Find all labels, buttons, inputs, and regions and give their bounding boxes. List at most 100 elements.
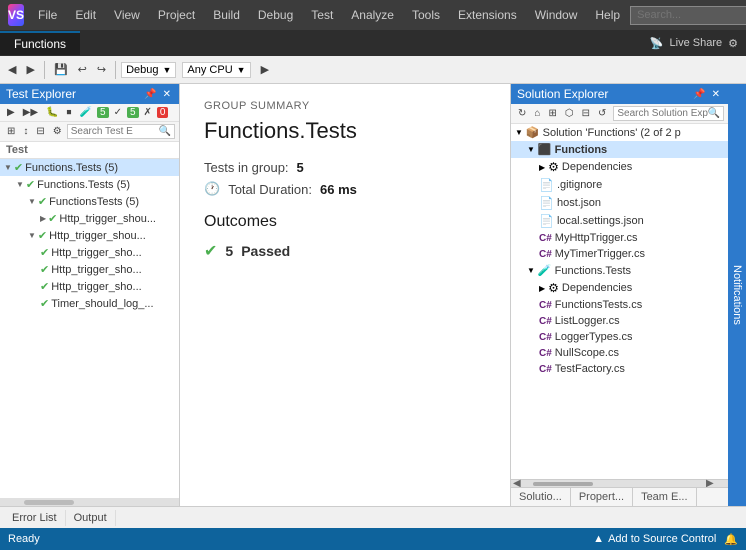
sol-sync-button[interactable]: ↻ [515,107,529,120]
source-control-label[interactable]: Add to Source Control [608,533,716,545]
list-item[interactable]: ▼ 🧪 Functions.Tests [511,262,728,279]
stop-tests-button[interactable]: ⏹ [64,106,75,119]
tab-solution[interactable]: Solutio... [511,488,571,506]
sort-button[interactable]: ↕ [20,125,31,138]
source-control-area[interactable]: ▲ Add to Source Control [593,533,716,545]
menu-analyze[interactable]: Analyze [343,6,402,24]
back-button[interactable]: ◀ [4,61,20,78]
menu-debug[interactable]: Debug [250,6,301,24]
list-item[interactable]: ✔ Http_trigger_sho... [0,261,179,278]
tab-team-explorer[interactable]: Team E... [633,488,696,506]
sol-filter-button[interactable]: ⊞ [545,107,559,120]
status-left: Ready [8,533,40,545]
clock-icon: 🕐 [204,181,220,197]
menu-extensions[interactable]: Extensions [450,6,525,24]
list-item[interactable]: ▶ ⚙ Dependencies [511,279,728,297]
test-explorer-header: Test Explorer 📌 ✕ [0,84,179,104]
menu-tools[interactable]: Tools [404,6,448,24]
list-item[interactable]: C# TestFactory.cs [511,361,728,377]
horizontal-scrollbar[interactable] [0,498,179,506]
pin-button[interactable]: 📌 [142,89,158,100]
list-item[interactable]: 📄 .gitignore [511,176,728,194]
filter-passed-button[interactable]: ✓ [111,106,125,119]
menu-view[interactable]: View [106,6,148,24]
filter-failed-button[interactable]: ✗ [141,106,155,119]
list-item[interactable]: ▼ 📦 Solution 'Functions' (2 of 2 p [511,124,728,141]
test-search-input[interactable] [71,126,159,137]
list-item[interactable]: ✔ Http_trigger_sho... [0,244,179,261]
menu-edit[interactable]: Edit [67,6,104,24]
settings-btn[interactable]: ⚙ [50,125,65,138]
list-item[interactable]: C# ListLogger.cs [511,313,728,329]
sol-collapse-button[interactable]: ⊟ [579,107,593,120]
solution-search-input[interactable] [617,108,707,119]
outcomes-title: Outcomes [204,213,486,231]
settings-icon[interactable]: ⚙ [728,37,738,50]
list-item[interactable]: ▶ ⚙ Dependencies [511,158,728,176]
sol-refresh-button[interactable]: ↺ [595,107,609,120]
list-item[interactable]: C# NullScope.cs [511,345,728,361]
liveshare-label[interactable]: Live Share [670,37,723,49]
passed-outcome-row: ✔ 5 Passed [204,241,486,261]
list-item[interactable]: C# MyTimerTrigger.cs [511,246,728,262]
tab-output[interactable]: Output [66,510,116,526]
list-item[interactable]: C# LoggerTypes.cs [511,329,728,345]
notifications-panel[interactable]: Notifications [728,84,746,506]
functions-tab[interactable]: Functions [0,31,80,55]
pass-icon: ✔ [40,297,49,310]
sol-home-button[interactable]: ⌂ [531,107,543,120]
forward-button[interactable]: ▶ [22,61,38,78]
liveshare-icon: 📡 [650,37,664,50]
list-item[interactable]: 📄 local.settings.json [511,212,728,230]
tab-properties[interactable]: Propert... [571,488,633,506]
run-icon[interactable]: 🧪 [77,106,95,119]
list-item[interactable]: ▶ ✔ Http_trigger_shou... [0,210,179,227]
list-item[interactable]: ▼ ✔ Functions.Tests (5) [0,176,179,193]
play-button[interactable]: ▶ [257,61,273,78]
menu-file[interactable]: File [30,6,65,24]
menu-search-box[interactable]: 🔍 [630,6,746,25]
menu-window[interactable]: Window [527,6,586,24]
test-search-box[interactable]: 🔍 [67,124,175,139]
list-item[interactable]: 📄 host.json [511,194,728,212]
cpu-dropdown[interactable]: Any CPU ▼ [182,62,250,78]
list-item[interactable]: C# MyHttpTrigger.cs [511,230,728,246]
solution-search-box[interactable]: 🔍 [613,106,724,121]
list-item[interactable]: ✔ Http_trigger_sho... [0,278,179,295]
menu-test[interactable]: Test [303,6,341,24]
tree-node-label: Http_trigger_sho... [51,247,142,259]
pass-icon: ✔ [40,263,49,276]
list-item[interactable]: ✔ Timer_should_log_... [0,295,179,312]
panel-close-button[interactable]: ✕ [161,89,173,100]
debug-tests-button[interactable]: 🐛 [43,106,61,119]
collapse-button[interactable]: ⊟ [33,125,47,138]
list-item[interactable]: ▼ ✔ FunctionsTests (5) [0,193,179,210]
redo-button[interactable]: ↪ [93,61,110,78]
save-button[interactable]: 💾 [50,61,72,78]
menu-project[interactable]: Project [150,6,203,24]
project-icon: ⬛ [538,143,552,156]
tab-error-list[interactable]: Error List [4,510,66,526]
search-input[interactable] [637,9,746,21]
list-item[interactable]: ▼ ✔ Functions.Tests (5) [0,159,179,176]
list-item[interactable]: ▼ ⬛ Functions [511,141,728,158]
pass-icon: ✔ [26,178,35,191]
sol-preview-button[interactable]: ⬡ [562,107,577,120]
debug-dropdown[interactable]: Debug ▼ [121,62,176,78]
notification-bell-icon[interactable]: 🔔 [724,533,738,546]
undo-button[interactable]: ↩ [74,61,91,78]
cs-icon: C# [539,249,552,260]
chevron-right-icon: ▶ [539,163,545,172]
menu-help[interactable]: Help [587,6,628,24]
sol-close-button[interactable]: ✕ [710,89,722,100]
sol-pin-button[interactable]: 📌 [691,89,707,100]
run-tests-button[interactable]: ▶▶ [20,106,41,119]
tests-in-group-value: 5 [297,160,304,175]
group-button[interactable]: ⊞ [4,125,18,138]
list-item[interactable]: C# FunctionsTests.cs [511,297,728,313]
list-item[interactable]: ▼ ✔ Http_trigger_shou... [0,227,179,244]
solution-explorer-panel: Solution Explorer 📌 ✕ ↻ ⌂ ⊞ ⬡ ⊟ ↺ 🔍 [510,84,728,506]
run-all-button[interactable]: ▶ [4,106,18,119]
sol-horizontal-scrollbar[interactable]: ◀ ▶ [511,479,728,487]
menu-build[interactable]: Build [205,6,248,24]
